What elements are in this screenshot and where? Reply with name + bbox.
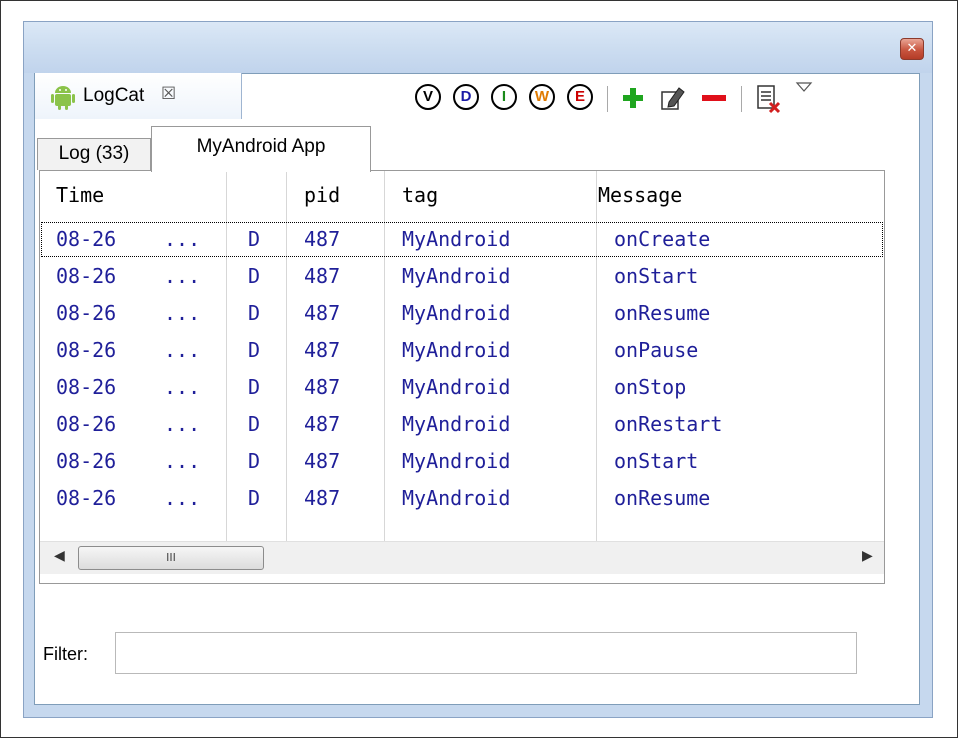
cell-level: D	[248, 375, 261, 399]
toolbar-separator	[607, 86, 608, 112]
cell-time: 08-26	[56, 264, 117, 288]
scroll-thumb[interactable]: III	[78, 546, 264, 570]
table-header: Time pid tag Message	[40, 171, 884, 217]
scroll-right-icon[interactable]: ▶	[862, 548, 873, 564]
cell-tag: MyAndroid	[402, 227, 511, 251]
cell-pid: 487	[304, 264, 341, 288]
cell-pid: 487	[304, 486, 341, 510]
table-row[interactable]: 08-26... D 487 MyAndroid onStop	[40, 369, 884, 406]
table-row[interactable]: 08-26... D 487 MyAndroid onResume	[40, 480, 884, 517]
header-tag[interactable]: tag	[402, 183, 438, 207]
info-level-button[interactable]: I	[491, 84, 517, 110]
warn-level-button[interactable]: W	[529, 84, 555, 110]
cell-tag: MyAndroid	[402, 264, 511, 288]
table-row[interactable]: 08-26... D 487 MyAndroid onCreate	[40, 221, 884, 258]
window-close-button[interactable]: ✕	[900, 38, 924, 60]
filter-input[interactable]	[115, 632, 857, 674]
logcat-window: ✕ LogCat ☒ V D I W E Log (33) MyAndroid …	[0, 0, 958, 738]
cell-time: 08-26	[56, 449, 117, 473]
verbose-level-button[interactable]: V	[415, 84, 441, 110]
cell-time-more: ...	[164, 338, 201, 362]
cell-pid: 487	[304, 227, 341, 251]
cell-time: 08-26	[56, 301, 117, 325]
header-message[interactable]: Message	[598, 183, 682, 207]
table-row[interactable]: 08-26... D 487 MyAndroid onRestart	[40, 406, 884, 443]
clear-log-icon[interactable]	[755, 84, 783, 114]
cell-level: D	[248, 486, 261, 510]
cell-time-more: ...	[164, 486, 201, 510]
logcat-view: LogCat ☒ V D I W E Log (33) MyAndroid Ap…	[34, 73, 920, 705]
cell-time-more: ...	[164, 412, 201, 436]
cell-time-more: ...	[164, 449, 201, 473]
window-frame: LogCat ☒ V D I W E Log (33) MyAndroid Ap…	[23, 73, 933, 718]
cell-message: onResume	[614, 301, 711, 325]
table-row[interactable]: 08-26... D 487 MyAndroid onPause	[40, 332, 884, 369]
close-x-icon: ✕	[906, 41, 918, 56]
cell-pid: 487	[304, 449, 341, 473]
delete-filter-icon[interactable]	[701, 86, 727, 110]
cell-tag: MyAndroid	[402, 375, 511, 399]
view-tab-label: LogCat	[83, 85, 145, 106]
view-menu-icon[interactable]	[795, 80, 813, 94]
cell-time-more: ...	[164, 264, 201, 288]
view-close-icon[interactable]: ☒	[161, 84, 176, 104]
cell-pid: 487	[304, 375, 341, 399]
cell-message: onCreate	[614, 227, 711, 251]
cell-pid: 487	[304, 301, 341, 325]
cell-level: D	[248, 264, 261, 288]
cell-level: D	[248, 338, 261, 362]
cell-pid: 487	[304, 338, 341, 362]
window-titlebar[interactable]: ✕	[23, 21, 933, 74]
edit-filter-icon[interactable]	[659, 84, 687, 112]
table-row[interactable]: 08-26... D 487 MyAndroid onStart	[40, 443, 884, 480]
cell-time-more: ...	[164, 227, 201, 251]
cell-message: onPause	[614, 338, 699, 362]
cell-message: onStop	[614, 375, 687, 399]
cell-message: onStart	[614, 264, 699, 288]
tab-myandroid-app[interactable]: MyAndroid App	[151, 126, 371, 172]
cell-time: 08-26	[56, 227, 117, 251]
cell-tag: MyAndroid	[402, 449, 511, 473]
cell-level: D	[248, 412, 261, 436]
cell-message: onRestart	[614, 412, 723, 436]
filter-tabs: Log (33) MyAndroid App	[35, 126, 919, 172]
cell-level: D	[248, 227, 261, 251]
debug-level-button[interactable]: D	[453, 84, 479, 110]
cell-pid: 487	[304, 412, 341, 436]
add-filter-icon[interactable]	[621, 86, 645, 110]
cell-message: onStart	[614, 449, 699, 473]
logcat-toolbar: V D I W E	[411, 82, 911, 116]
table-row[interactable]: 08-26... D 487 MyAndroid onStart	[40, 258, 884, 295]
filter-label: Filter:	[43, 644, 88, 664]
cell-time-more: ...	[164, 301, 201, 325]
error-level-button[interactable]: E	[567, 84, 593, 110]
cell-time: 08-26	[56, 486, 117, 510]
android-icon	[51, 86, 75, 110]
cell-level: D	[248, 301, 261, 325]
cell-time-more: ...	[164, 375, 201, 399]
cell-tag: MyAndroid	[402, 301, 511, 325]
cell-tag: MyAndroid	[402, 338, 511, 362]
cell-tag: MyAndroid	[402, 412, 511, 436]
cell-tag: MyAndroid	[402, 486, 511, 510]
cell-time: 08-26	[56, 375, 117, 399]
horizontal-scrollbar[interactable]: ◀ III ▶	[40, 541, 884, 574]
cell-time: 08-26	[56, 338, 117, 362]
cell-message: onResume	[614, 486, 711, 510]
logcat-view-tab[interactable]: LogCat ☒	[35, 73, 242, 119]
cell-time: 08-26	[56, 412, 117, 436]
cell-level: D	[248, 449, 261, 473]
table-row[interactable]: 08-26... D 487 MyAndroid onResume	[40, 295, 884, 332]
header-pid[interactable]: pid	[304, 183, 340, 207]
header-time[interactable]: Time	[56, 183, 104, 207]
log-table: Time pid tag Message 08-26... D 487 MyAndro…	[39, 170, 885, 584]
toolbar-separator-2	[741, 86, 742, 112]
scroll-left-icon[interactable]: ◀	[54, 548, 65, 564]
tab-log[interactable]: Log (33)	[37, 138, 151, 170]
